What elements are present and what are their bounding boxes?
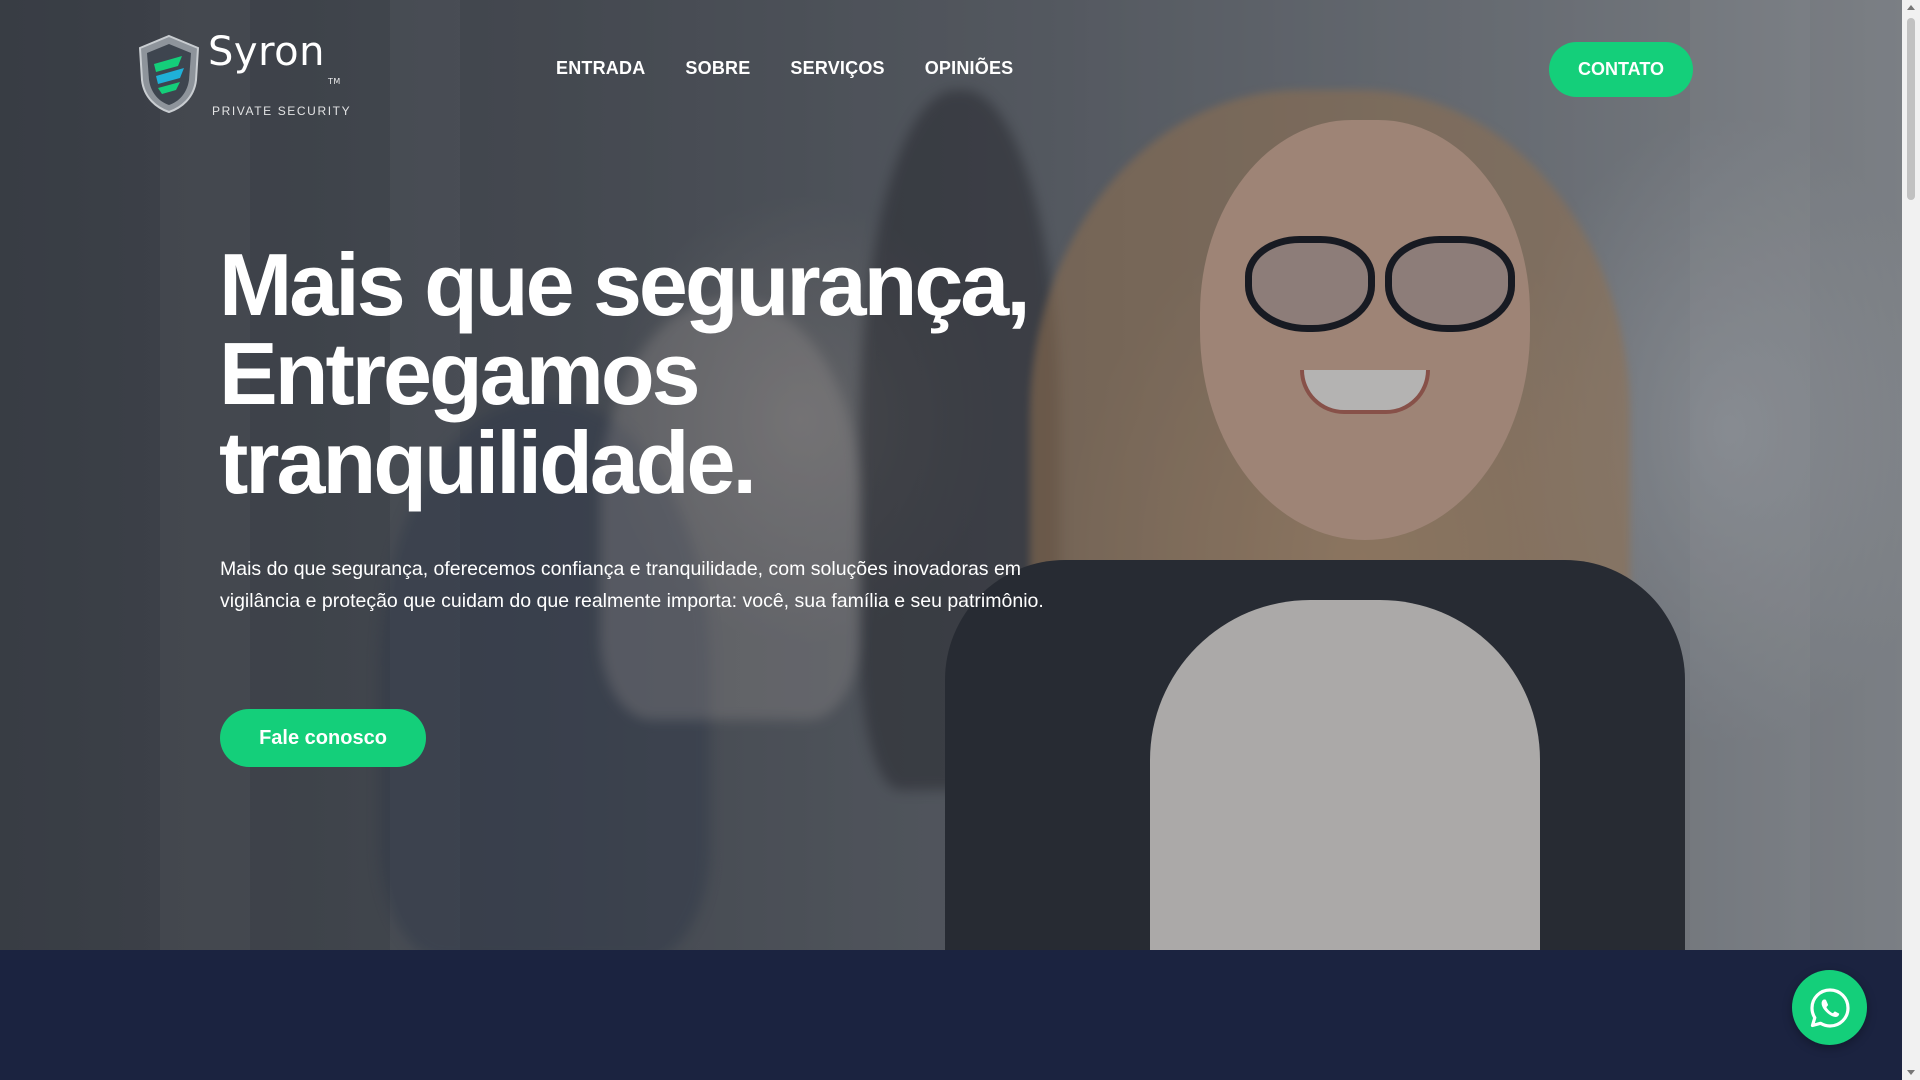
whatsapp-icon (1809, 987, 1850, 1028)
shield-logo-icon (138, 34, 200, 114)
nav-item-opinioes[interactable]: OPINIÕES (925, 58, 1014, 79)
nav-item-sobre[interactable]: SOBRE (685, 58, 750, 79)
page-scrollbar[interactable] (1902, 0, 1920, 1080)
fale-conosco-button[interactable]: Fale conosco (220, 709, 426, 767)
nav-item-servicos[interactable]: SERVIÇOS (790, 58, 884, 79)
trademark: TM (327, 77, 341, 86)
scroll-up-arrow-icon[interactable] (1907, 5, 1915, 10)
site-logo[interactable]: Syron TM PRIVATE SECURITY (136, 30, 351, 118)
main-nav: ENTRADA SOBRE SERVIÇOS OPINIÕES (556, 58, 1013, 79)
hero-title-line: Mais que segurança, (219, 235, 1031, 334)
brand-name: Syron (208, 29, 325, 75)
hero-description: Mais do que segurança, oferecemos confia… (220, 558, 1044, 612)
nav-item-entrada[interactable]: ENTRADA (556, 58, 645, 79)
brand-tagline: PRIVATE SECURITY (212, 104, 352, 118)
hero-title-line: tranquilidade. (219, 413, 757, 512)
scroll-thumb[interactable] (1907, 18, 1915, 200)
whatsapp-button[interactable] (1792, 970, 1867, 1045)
scroll-down-arrow-icon[interactable] (1907, 1070, 1915, 1075)
logo-text: Syron TM PRIVATE SECURITY (208, 30, 351, 118)
logo-name: Syron TM (208, 30, 351, 104)
site-header: Syron TM PRIVATE SECURITY ENTRADA SOBRE … (0, 0, 1902, 140)
next-section (0, 950, 1902, 1080)
contact-button[interactable]: CONTATO (1549, 42, 1693, 97)
hero-title: Mais que segurança, Entregamos tranquili… (219, 240, 1119, 507)
hero-title-line: Entregamos (219, 324, 701, 423)
